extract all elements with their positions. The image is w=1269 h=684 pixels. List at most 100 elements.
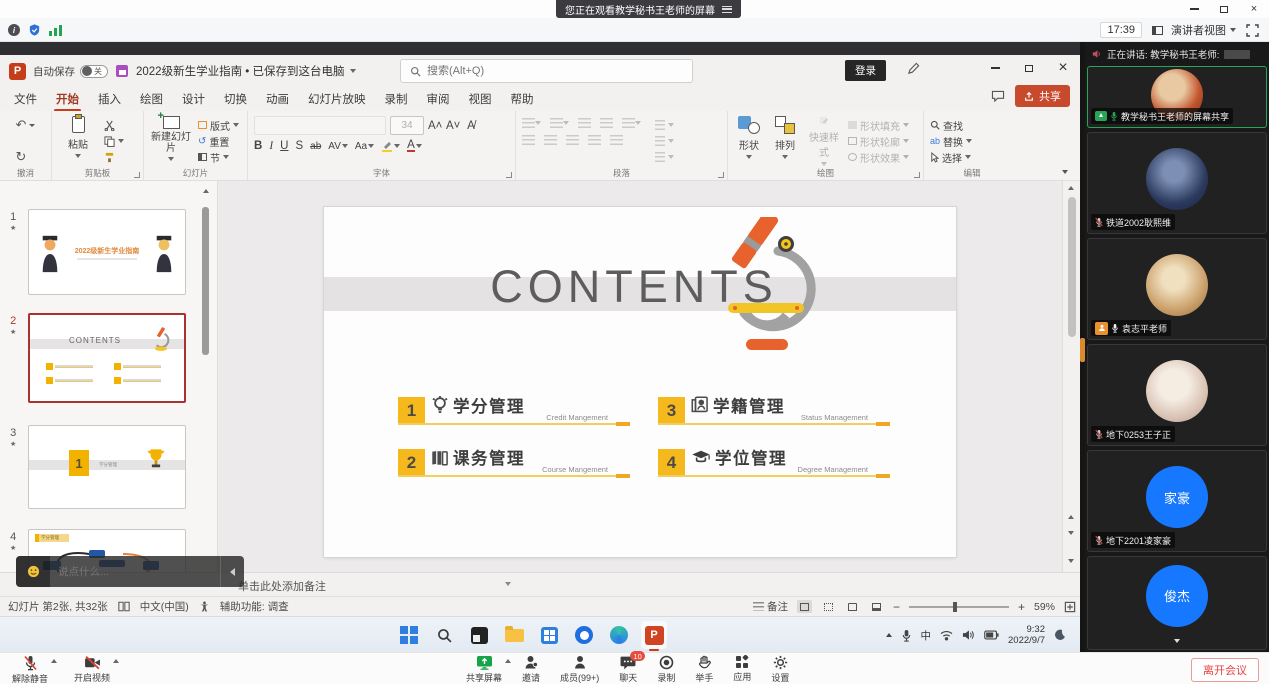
change-case-button[interactable]: Aa bbox=[355, 141, 374, 152]
drawing-dialog-launcher[interactable] bbox=[914, 172, 920, 178]
zoom-level[interactable]: 59% bbox=[1034, 601, 1055, 613]
video-options-icon[interactable] bbox=[113, 659, 119, 663]
align-text-button[interactable] bbox=[655, 133, 674, 149]
start-video-button[interactable]: 开启视频 bbox=[74, 655, 110, 684]
participant-tile-4[interactable]: 地下0253王子正 bbox=[1087, 344, 1267, 446]
font-dialog-launcher[interactable] bbox=[506, 172, 512, 178]
notes-placeholder[interactable]: 单击此处添加备注 bbox=[238, 578, 326, 594]
accessibility-icon[interactable] bbox=[199, 601, 210, 612]
zoom-slider[interactable] bbox=[909, 606, 1009, 608]
slide-item-1[interactable]: 1 学分管理 Credit Mangement bbox=[398, 393, 630, 425]
wifi-icon[interactable] bbox=[940, 630, 953, 641]
notes-toggle-button[interactable]: 备注 bbox=[753, 599, 788, 614]
powerpoint-taskbar-icon[interactable]: P bbox=[641, 621, 667, 649]
taskbar-search-icon[interactable] bbox=[431, 621, 457, 649]
reset-button[interactable]: ↺重置 bbox=[198, 133, 239, 149]
apps-button[interactable]: 应用 bbox=[733, 655, 751, 684]
redo-button[interactable]: ↻ bbox=[16, 149, 36, 165]
members-button[interactable]: 成员(99+) bbox=[560, 655, 599, 684]
chat-quick-input[interactable] bbox=[16, 556, 244, 587]
bullets-button[interactable] bbox=[522, 118, 541, 128]
slide-item-2[interactable]: 2 课务管理 Course Mangement bbox=[398, 445, 630, 477]
slideshow-button[interactable] bbox=[869, 600, 884, 613]
tab-review[interactable]: 审阅 bbox=[427, 91, 450, 107]
restore-button[interactable] bbox=[1209, 0, 1239, 18]
thumbnails-scrollbar[interactable] bbox=[202, 207, 209, 355]
previous-slide-icon[interactable] bbox=[1068, 515, 1074, 519]
microscope-illustration[interactable] bbox=[720, 217, 816, 367]
share-screen-button[interactable]: 共享屏幕 bbox=[466, 655, 502, 684]
shape-outline-button[interactable]: 形状轮廓 bbox=[848, 133, 909, 149]
line-spacing-button[interactable] bbox=[622, 118, 641, 128]
tab-transitions[interactable]: 切换 bbox=[224, 91, 247, 107]
scroll-more-participants-icon[interactable] bbox=[1174, 639, 1180, 643]
search-box[interactable] bbox=[400, 59, 693, 83]
find-button[interactable]: 查找 bbox=[930, 117, 972, 133]
collapse-ribbon-icon[interactable] bbox=[1062, 170, 1068, 174]
align-center-button[interactable] bbox=[544, 135, 557, 145]
document-title[interactable]: 2022级新生学业指南 • 已保存到这台电脑 bbox=[136, 63, 356, 79]
view-mode-selector[interactable]: 演讲者视图 bbox=[1152, 22, 1236, 38]
banner-menu-icon[interactable] bbox=[722, 6, 732, 13]
clipboard-dialog-launcher[interactable] bbox=[134, 172, 140, 178]
scroll-down-icon[interactable] bbox=[1068, 559, 1074, 563]
undo-button[interactable]: ↶ bbox=[16, 117, 36, 133]
start-button[interactable] bbox=[396, 621, 422, 649]
search-input[interactable] bbox=[427, 65, 647, 77]
quick-styles-button[interactable]: 快速样式 bbox=[806, 116, 842, 166]
paste-button[interactable]: 粘贴 bbox=[58, 116, 98, 166]
strikethrough-button[interactable]: ab bbox=[310, 141, 321, 152]
ime-indicator[interactable]: 中 bbox=[921, 628, 932, 643]
microsoft-store-icon[interactable] bbox=[536, 621, 562, 649]
highlight-color-button[interactable] bbox=[381, 140, 400, 152]
convert-smartart-button[interactable] bbox=[655, 149, 674, 165]
arrange-button[interactable]: 排列 bbox=[770, 116, 800, 166]
tab-help[interactable]: 帮助 bbox=[511, 91, 534, 107]
font-name-select[interactable] bbox=[254, 116, 386, 135]
tab-home[interactable]: 开始 bbox=[56, 91, 79, 107]
slide-canvas[interactable]: CONTENTS 1 bbox=[324, 207, 956, 557]
chat-button[interactable]: 聊天 10 bbox=[619, 655, 637, 684]
slide-thumbnail-3[interactable]: 1 学分管理 bbox=[28, 425, 186, 509]
reading-view-button[interactable] bbox=[845, 600, 860, 613]
participant-tile-1[interactable]: 教学秘书王老师的屏幕共享 bbox=[1087, 66, 1267, 128]
chat-quick-input-field[interactable] bbox=[50, 566, 220, 578]
collapse-chat-icon[interactable] bbox=[220, 556, 244, 587]
ppt-share-button[interactable]: 共享 bbox=[1015, 85, 1070, 107]
tab-insert[interactable]: 插入 bbox=[98, 91, 121, 107]
underline-button[interactable]: U bbox=[280, 140, 288, 152]
font-size-select[interactable]: 34 bbox=[390, 116, 424, 135]
participant-tile-5[interactable]: 家豪 地下2201凌家豪 bbox=[1087, 450, 1267, 552]
settings-button[interactable]: 设置 bbox=[771, 655, 789, 684]
next-slide-icon[interactable] bbox=[1068, 531, 1074, 535]
scrollbar-thumb[interactable] bbox=[1068, 197, 1076, 337]
battery-icon[interactable] bbox=[984, 630, 999, 640]
fullscreen-icon[interactable] bbox=[1246, 24, 1259, 37]
tab-draw[interactable]: 绘图 bbox=[140, 91, 163, 107]
night-mode-icon[interactable] bbox=[1054, 629, 1066, 641]
record-button[interactable]: 录制 bbox=[657, 655, 675, 684]
slide-sorter-view-button[interactable] bbox=[821, 600, 836, 613]
normal-view-button[interactable] bbox=[797, 600, 812, 613]
slide-item-4[interactable]: 4 学位管理 Degree Management bbox=[658, 445, 890, 477]
autosave-toggle-switch[interactable]: 关 bbox=[80, 65, 108, 78]
text-direction-button[interactable] bbox=[655, 117, 674, 133]
shapes-button[interactable]: 形状 bbox=[734, 116, 764, 166]
zoom-in-button[interactable]: + bbox=[1018, 600, 1025, 614]
login-button[interactable]: 登录 bbox=[845, 60, 886, 81]
numbering-button[interactable] bbox=[550, 118, 569, 128]
spellcheck-icon[interactable] bbox=[118, 601, 130, 612]
volume-icon[interactable] bbox=[962, 629, 975, 641]
tab-animations[interactable]: 动画 bbox=[266, 91, 289, 107]
tray-microphone-icon[interactable] bbox=[901, 629, 912, 642]
invite-button[interactable]: 邀请 bbox=[522, 655, 540, 684]
decrease-indent-button[interactable] bbox=[578, 118, 591, 128]
participant-tile-3[interactable]: 袁志平老师 bbox=[1087, 238, 1267, 340]
new-slide-button[interactable]: 新建幻灯片 bbox=[150, 116, 192, 166]
clear-formatting-button[interactable]: A̸ bbox=[464, 120, 478, 132]
leave-meeting-button[interactable]: 离开会议 bbox=[1191, 658, 1259, 682]
info-icon[interactable]: i bbox=[8, 24, 20, 36]
shrink-font-button[interactable]: A˅ bbox=[446, 120, 460, 132]
comments-icon[interactable] bbox=[991, 90, 1005, 102]
tab-slideshow[interactable]: 幻灯片放映 bbox=[308, 91, 366, 107]
